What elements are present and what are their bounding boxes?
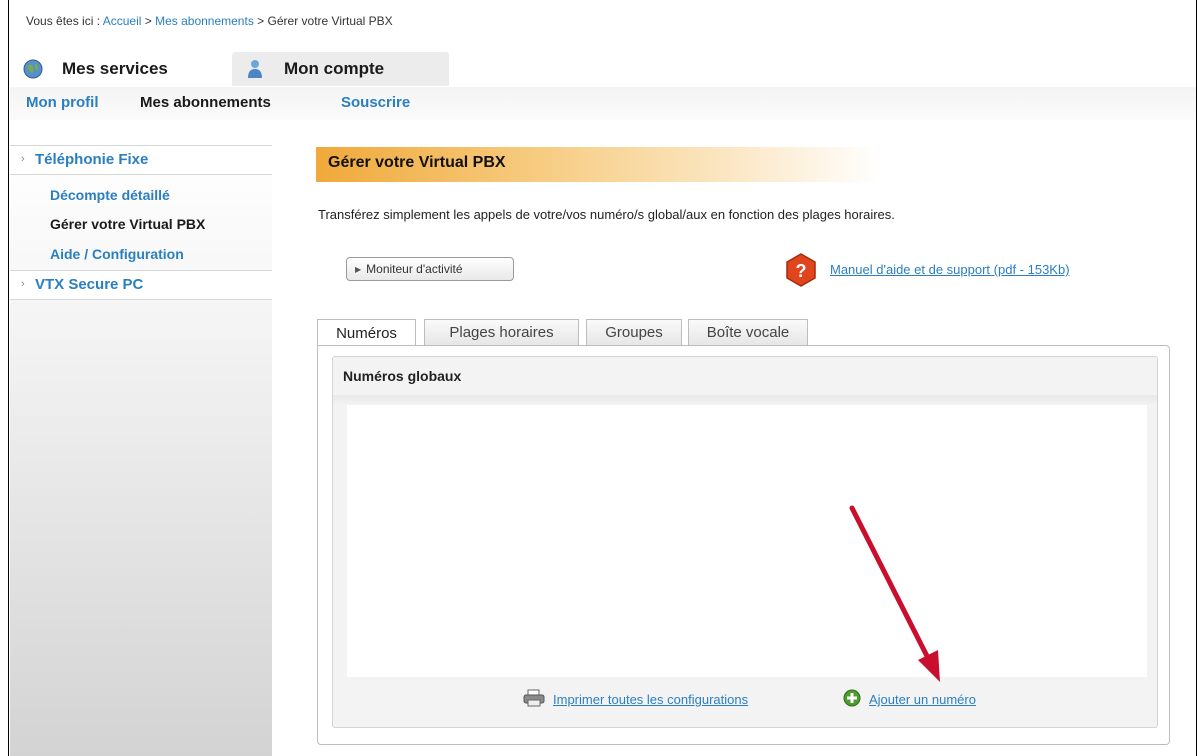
add-number-link[interactable]: Ajouter un numéro (843, 689, 976, 710)
sidebar-section-label: Téléphonie Fixe (35, 151, 149, 168)
add-number-label: Ajouter un numéro (869, 692, 976, 707)
breadcrumb-subscriptions-link[interactable]: Mes abonnements (155, 14, 254, 28)
tab-mes-services-label: Mes services (62, 59, 168, 78)
sidebar-section-telephonie[interactable]: › Téléphonie Fixe (10, 145, 272, 175)
print-configurations-label: Imprimer toutes les configurations (553, 692, 749, 707)
tab-panel: Numéros globaux Imprimer toutes les conf… (317, 345, 1170, 745)
subnav-mes-abonnements[interactable]: Mes abonnements (140, 94, 271, 111)
breadcrumb-separator: > (253, 14, 268, 28)
tab-boite-vocale[interactable]: Boîte vocale (688, 319, 808, 345)
help-manual-link[interactable]: Manuel d'aide et de support (pdf - 153Kb… (830, 262, 1070, 277)
breadcrumb-prefix: Vous êtes ici : (26, 14, 103, 28)
activity-monitor-label: Moniteur d'activité (366, 262, 463, 276)
globe-icon (22, 58, 44, 80)
sidebar-item-aide[interactable]: Aide / Configuration (50, 246, 184, 262)
breadcrumb-current: Gérer votre Virtual PBX (267, 14, 393, 28)
breadcrumb-separator: > (141, 14, 156, 28)
chevron-right-icon: › (21, 278, 25, 290)
subnav-souscrire[interactable]: Souscrire (341, 94, 410, 111)
breadcrumb-home-link[interactable]: Accueil (103, 14, 142, 28)
top-tab-bar: Mes services Mon compte (10, 52, 1196, 86)
print-configurations-link[interactable]: Imprimer toutes les configurations (523, 689, 748, 710)
page-description: Transférez simplement les appels de votr… (318, 207, 895, 222)
tab-plages-horaires[interactable]: Plages horaires (424, 319, 579, 345)
sidebar-section-vtx-secure[interactable]: › VTX Secure PC (10, 270, 272, 300)
chevron-right-icon: › (21, 153, 25, 165)
tab-mon-compte[interactable]: Mon compte (232, 52, 449, 86)
tab-mes-services[interactable]: Mes services (10, 52, 220, 86)
sidebar-section-label: VTX Secure PC (35, 276, 144, 293)
help-icon[interactable]: ? (783, 252, 819, 293)
user-icon (244, 58, 266, 80)
svg-text:?: ? (796, 261, 807, 281)
add-icon (843, 689, 861, 710)
panel-actions: Imprimer toutes les configurations Ajout… (333, 679, 1157, 717)
sidebar-item-virtual-pbx[interactable]: Gérer votre Virtual PBX (50, 216, 205, 232)
red-arrow-annotation (849, 505, 940, 682)
sub-navigation: Mon profil Mes abonnements Souscrire (10, 87, 1196, 120)
tab-numeros[interactable]: Numéros (317, 319, 416, 346)
tab-mon-compte-label: Mon compte (284, 59, 385, 78)
subnav-mon-profil[interactable]: Mon profil (26, 94, 98, 111)
breadcrumb: Vous êtes ici : Accueil > Mes abonnement… (26, 14, 393, 28)
panel-title: Numéros globaux (343, 368, 462, 384)
activity-monitor-button[interactable]: ▶ Moniteur d'activité (346, 257, 514, 281)
global-numbers-box: Numéros globaux Imprimer toutes les conf… (332, 356, 1158, 728)
sidebar-item-decompte[interactable]: Décompte détaillé (50, 187, 170, 203)
printer-icon (523, 689, 545, 710)
page-title: Gérer votre Virtual PBX (316, 147, 880, 182)
sidebar: › Téléphonie Fixe Décompte détaillé Gére… (10, 145, 272, 756)
panel-header-divider (333, 395, 1157, 405)
tab-groupes[interactable]: Groupes (586, 319, 682, 345)
play-icon: ▶ (355, 264, 362, 274)
numbers-list (347, 405, 1147, 677)
